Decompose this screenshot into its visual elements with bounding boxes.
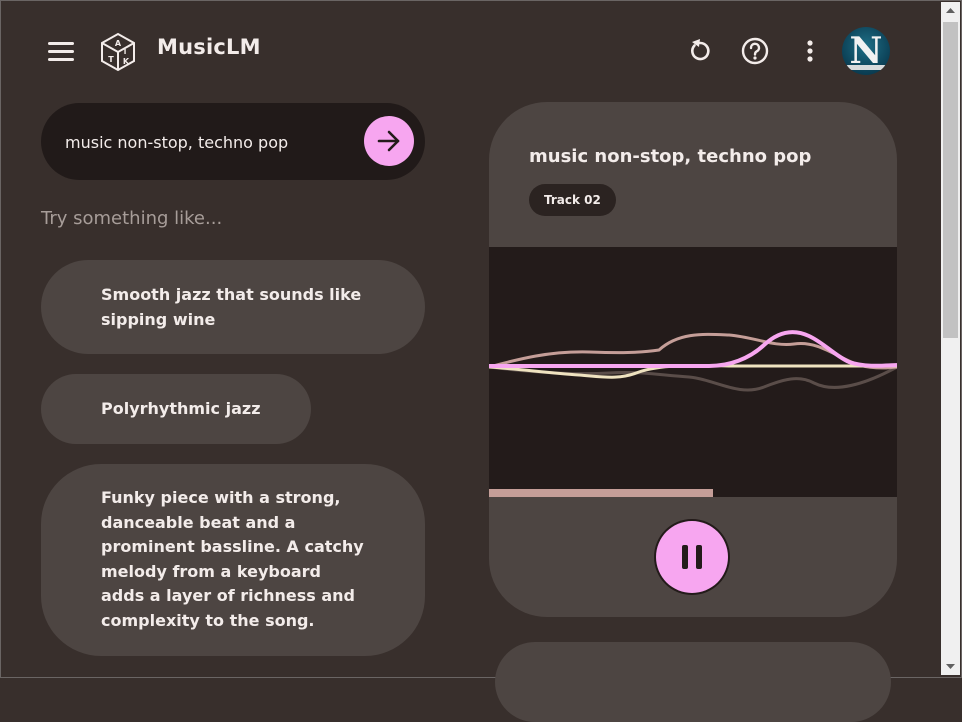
waveform-graphic (489, 330, 897, 392)
scroll-down-icon[interactable] (941, 658, 960, 675)
avatar-bar (846, 65, 886, 70)
app-title: MusicLM (157, 35, 261, 59)
suggestions-label: Try something like... (41, 208, 223, 229)
scroll-up-icon[interactable] (941, 2, 960, 19)
player-card-next (495, 642, 891, 722)
suggestion-chip[interactable]: Funky piece with a strong, danceable bea… (41, 464, 425, 656)
menu-icon[interactable] (48, 40, 76, 62)
player-title: music non-stop, techno pop (529, 146, 812, 167)
progress-bar[interactable] (489, 489, 897, 497)
pause-icon (696, 545, 702, 569)
user-avatar[interactable]: N (842, 27, 890, 75)
logo-cube-icon: A I T K (101, 32, 135, 72)
prompt-input[interactable] (65, 131, 355, 153)
logo-letter-a: A (115, 39, 122, 48)
scrollbar-thumb[interactable] (943, 22, 958, 338)
pause-icon (682, 545, 688, 569)
suggestion-chip[interactable]: Polyrhythmic jazz (41, 374, 311, 444)
progress-fill (489, 489, 714, 497)
help-icon[interactable] (740, 36, 770, 66)
scrollbar[interactable] (941, 2, 960, 675)
refresh-icon[interactable] (685, 36, 715, 66)
logo-letter-i: I (124, 48, 127, 56)
track-chip[interactable]: Track 02 (529, 184, 616, 216)
send-button[interactable] (364, 116, 414, 166)
player-card: music non-stop, techno pop Track 02 (489, 102, 897, 617)
more-vert-icon[interactable] (795, 36, 825, 66)
prompt-bar (41, 103, 425, 180)
logo-letter-k: K (123, 57, 130, 66)
suggestion-chip[interactable]: Smooth jazz that sounds like sipping win… (41, 260, 425, 354)
arrow-right-icon (377, 130, 400, 152)
logo-letter-t: T (108, 55, 114, 64)
waveform-visualizer (489, 247, 897, 497)
pause-button[interactable] (656, 521, 728, 593)
app-header: A I T K MusicLM N (0, 0, 940, 104)
